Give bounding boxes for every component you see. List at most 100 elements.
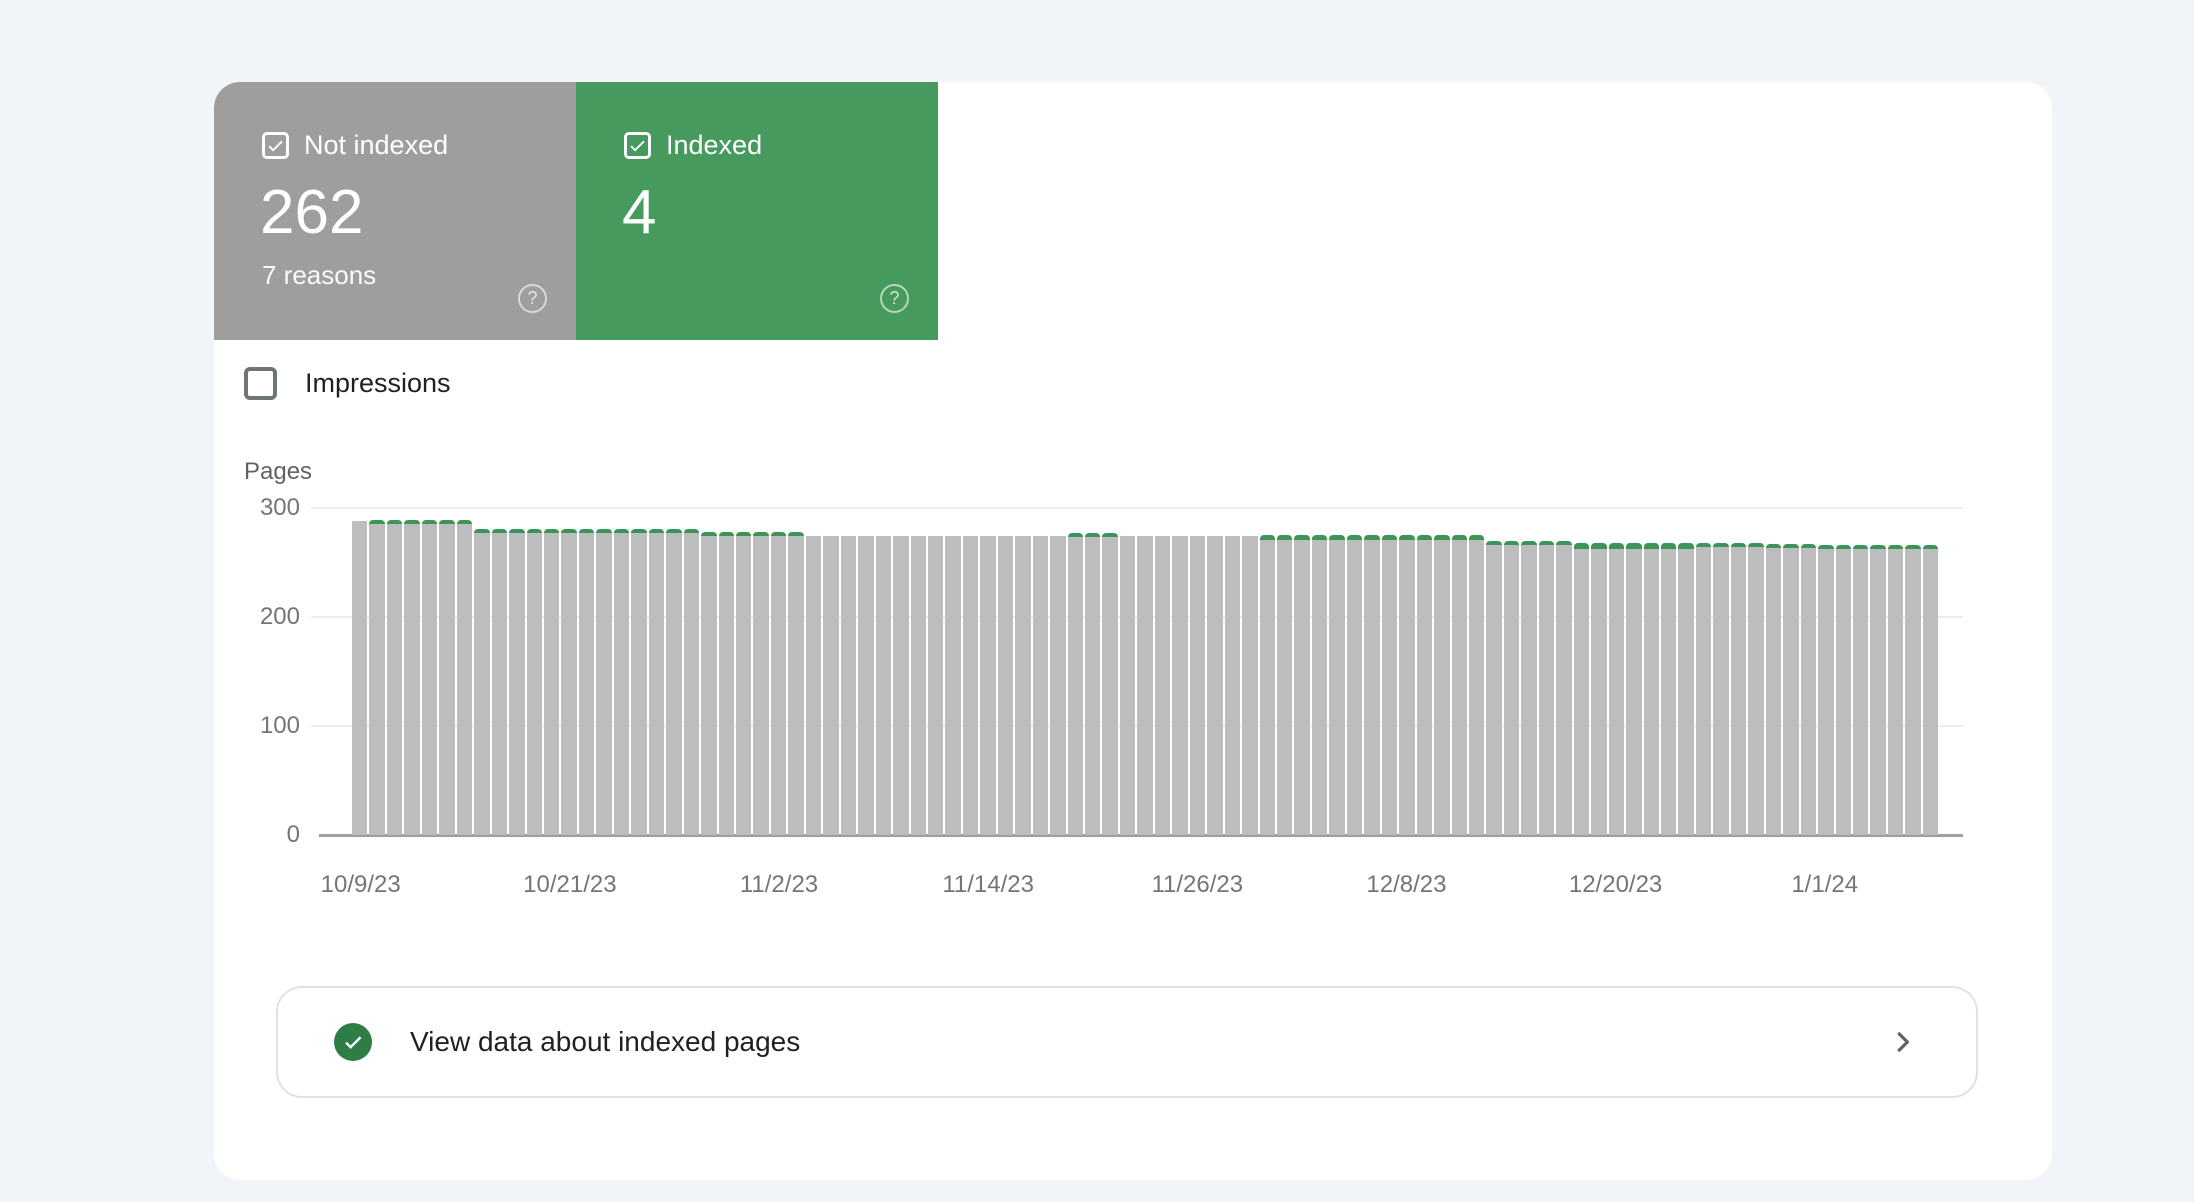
bar-10/26/23[interactable]: [649, 529, 664, 835]
bar-12/29/23[interactable]: [1766, 544, 1781, 835]
view-indexed-pages-link[interactable]: View data about indexed pages: [276, 986, 1978, 1098]
bar-11/9/23[interactable]: [893, 536, 908, 835]
bar-11/1/23[interactable]: [753, 532, 768, 835]
bar-12/15/23[interactable]: [1521, 541, 1536, 835]
bar-1/3/24[interactable]: [1853, 545, 1868, 835]
bar-11/29/23[interactable]: [1242, 536, 1257, 835]
bar-1/6/24[interactable]: [1905, 545, 1920, 835]
bar-12/31/23[interactable]: [1801, 544, 1816, 835]
bar-10/12/23[interactable]: [404, 520, 419, 835]
bar-11/2/23[interactable]: [771, 532, 786, 835]
bar-12/22/23[interactable]: [1644, 543, 1659, 835]
bar-10/11/23[interactable]: [387, 520, 402, 835]
bar-12/3/23[interactable]: [1312, 535, 1327, 835]
bar-12/7/23[interactable]: [1382, 535, 1397, 835]
bar-11/18/23[interactable]: [1050, 536, 1065, 835]
bar-10/27/23[interactable]: [666, 529, 681, 835]
bar-11/15/23[interactable]: [998, 536, 1013, 835]
checkbox-checked-icon[interactable]: [624, 132, 651, 159]
bar-12/10/23[interactable]: [1434, 535, 1449, 835]
bar-1/2/24[interactable]: [1836, 545, 1851, 835]
bar-10/15/23[interactable]: [457, 520, 472, 835]
help-icon[interactable]: ?: [518, 284, 547, 313]
bar-10/14/23[interactable]: [439, 520, 454, 835]
impressions-checkbox[interactable]: [244, 367, 277, 400]
bar-11/23/23[interactable]: [1137, 536, 1152, 835]
bar-11/22/23[interactable]: [1120, 536, 1135, 835]
bar-10/19/23[interactable]: [527, 529, 542, 835]
bar-10/23/23[interactable]: [596, 529, 611, 835]
bar-11/5/23[interactable]: [823, 536, 838, 835]
bar-12/23/23[interactable]: [1661, 543, 1676, 835]
bar-11/27/23[interactable]: [1207, 536, 1222, 835]
bar-12/19/23[interactable]: [1591, 543, 1606, 835]
bar-12/21/23[interactable]: [1626, 543, 1641, 835]
bar-11/19/23[interactable]: [1068, 533, 1083, 835]
help-icon[interactable]: ?: [880, 284, 909, 313]
bar-12/17/23[interactable]: [1556, 541, 1571, 835]
bar-11/3/23[interactable]: [788, 532, 803, 835]
bar-12/12/23[interactable]: [1469, 535, 1484, 835]
bar-11/6/23[interactable]: [841, 536, 856, 835]
bar-10/17/23[interactable]: [492, 529, 507, 835]
bar-11/12/23[interactable]: [945, 536, 960, 835]
bar-12/16/23[interactable]: [1539, 541, 1554, 835]
bar-11/11/23[interactable]: [928, 536, 943, 835]
bar-10/20/23[interactable]: [544, 529, 559, 835]
bar-11/20/23[interactable]: [1085, 533, 1100, 835]
bar-10/13/23[interactable]: [422, 520, 437, 835]
bar-10/28/23[interactable]: [684, 529, 699, 835]
bar-12/20/23[interactable]: [1609, 543, 1624, 835]
bar-11/7/23[interactable]: [858, 536, 873, 835]
bar-12/14/23[interactable]: [1504, 541, 1519, 835]
bar-10/25/23[interactable]: [631, 529, 646, 835]
bar-11/28/23[interactable]: [1225, 536, 1240, 835]
bar-11/8/23[interactable]: [876, 536, 891, 835]
bar-11/13/23[interactable]: [963, 536, 978, 835]
bar-11/30/23[interactable]: [1260, 535, 1275, 835]
bar-12/18/23[interactable]: [1574, 543, 1589, 835]
bar-1/4/24[interactable]: [1870, 545, 1885, 835]
bar-10/9/23[interactable]: [352, 521, 367, 835]
bar-12/1/23[interactable]: [1277, 535, 1292, 835]
checkbox-checked-icon[interactable]: [262, 132, 289, 159]
bar-11/26/23[interactable]: [1190, 536, 1205, 835]
bar-12/11/23[interactable]: [1452, 535, 1467, 835]
bar-12/2/23[interactable]: [1294, 535, 1309, 835]
bar-10/30/23[interactable]: [719, 532, 734, 835]
bar-12/6/23[interactable]: [1364, 535, 1379, 835]
bar-12/28/23[interactable]: [1748, 543, 1763, 835]
bar-11/16/23[interactable]: [1015, 536, 1030, 835]
bar-11/4/23[interactable]: [806, 536, 821, 835]
bar-12/13/23[interactable]: [1486, 541, 1501, 835]
bar-10/31/23[interactable]: [736, 532, 751, 835]
bar-10/21/23[interactable]: [561, 529, 576, 835]
bar-12/8/23[interactable]: [1399, 535, 1414, 835]
bar-12/4/23[interactable]: [1329, 535, 1344, 835]
bar-12/26/23[interactable]: [1713, 543, 1728, 835]
indexed-card[interactable]: Indexed 4 ?: [576, 82, 938, 340]
bar-11/10/23[interactable]: [911, 536, 926, 835]
bar-12/30/23[interactable]: [1783, 544, 1798, 835]
bar-12/27/23[interactable]: [1731, 543, 1746, 835]
bar-11/25/23[interactable]: [1172, 536, 1187, 835]
bar-1/5/24[interactable]: [1888, 545, 1903, 835]
bar-11/17/23[interactable]: [1033, 536, 1048, 835]
bar-not-indexed-segment: [1102, 537, 1117, 835]
bar-10/16/23[interactable]: [474, 529, 489, 835]
bar-12/5/23[interactable]: [1347, 535, 1362, 835]
bar-1/7/24[interactable]: [1923, 545, 1938, 835]
bar-11/14/23[interactable]: [980, 536, 995, 835]
not-indexed-card[interactable]: Not indexed 262 7 reasons ?: [214, 82, 576, 340]
bar-11/24/23[interactable]: [1155, 536, 1170, 835]
bar-10/22/23[interactable]: [579, 529, 594, 835]
bar-10/24/23[interactable]: [614, 529, 629, 835]
bar-10/10/23[interactable]: [369, 520, 384, 835]
bar-10/18/23[interactable]: [509, 529, 524, 835]
bar-10/29/23[interactable]: [701, 532, 716, 835]
bar-12/25/23[interactable]: [1696, 543, 1711, 835]
bar-11/21/23[interactable]: [1102, 533, 1117, 835]
bar-12/24/23[interactable]: [1678, 543, 1693, 835]
bar-12/9/23[interactable]: [1417, 535, 1432, 835]
bar-1/1/24[interactable]: [1818, 545, 1833, 835]
